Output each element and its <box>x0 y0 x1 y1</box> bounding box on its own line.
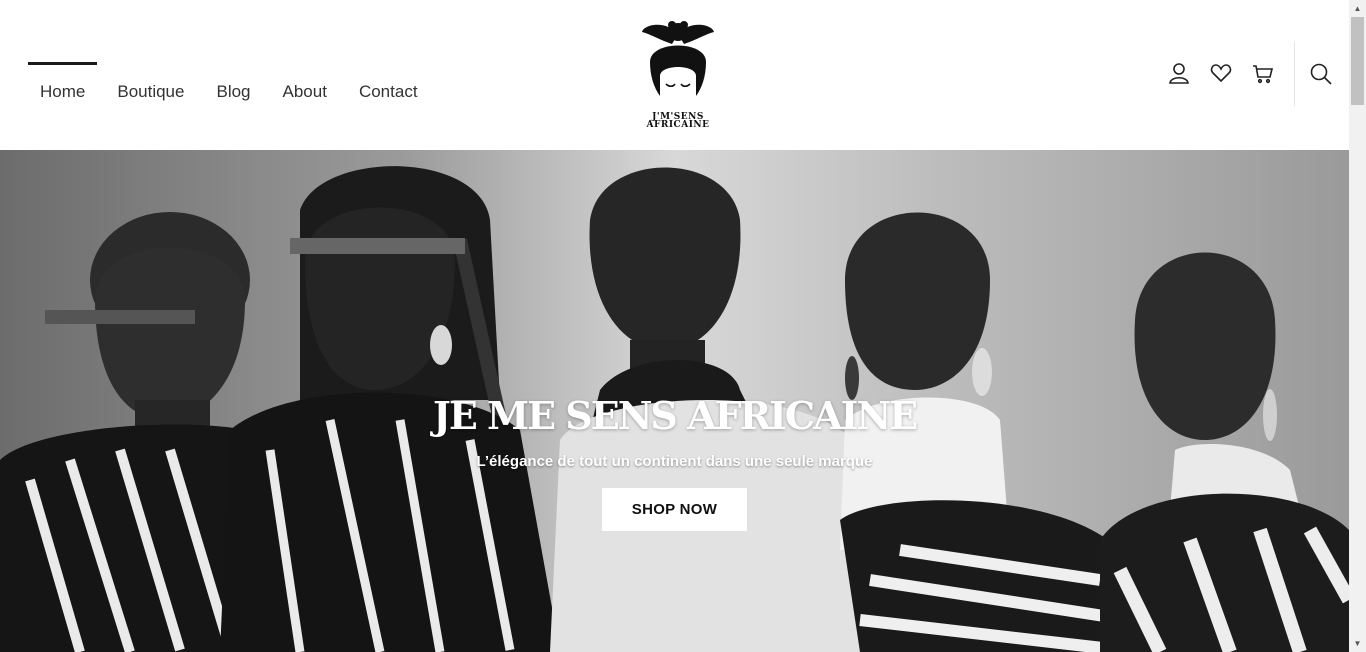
shop-now-button[interactable]: SHOP NOW <box>602 488 747 531</box>
logo-line-2: AFRICAINE <box>646 120 710 130</box>
search-icon[interactable] <box>1308 61 1334 87</box>
hero-title: JE ME SENS AFRICAINE <box>432 393 918 438</box>
scroll-down-arrow[interactable]: ▼ <box>1349 635 1366 652</box>
nav-contact[interactable]: Contact <box>347 62 430 102</box>
nav-boutique[interactable]: Boutique <box>105 62 196 102</box>
nav-home[interactable]: Home <box>28 62 98 102</box>
user-icon[interactable] <box>1166 60 1192 86</box>
header-icons <box>1166 60 1276 86</box>
hero-banner: JE ME SENS AFRICAINE L’élégance de tout … <box>0 150 1349 652</box>
scrollbar-thumb[interactable] <box>1351 17 1364 105</box>
site-header: Home Boutique Blog About Contact J'M'SEN… <box>0 0 1349 150</box>
scroll-up-arrow[interactable]: ▲ <box>1349 0 1366 17</box>
nav-about[interactable]: About <box>271 62 339 102</box>
logo-emblem <box>642 21 714 104</box>
heart-icon[interactable] <box>1208 60 1234 86</box>
nav-blog[interactable]: Blog <box>204 62 262 102</box>
main-nav: Home Boutique Blog About Contact <box>28 62 438 102</box>
site-logo[interactable]: J'M'SENS AFRICAINE <box>636 18 720 136</box>
cart-icon[interactable] <box>1250 60 1276 86</box>
hero-subtitle: L’élégance de tout un continent dans une… <box>476 453 873 470</box>
header-divider <box>1294 42 1295 106</box>
